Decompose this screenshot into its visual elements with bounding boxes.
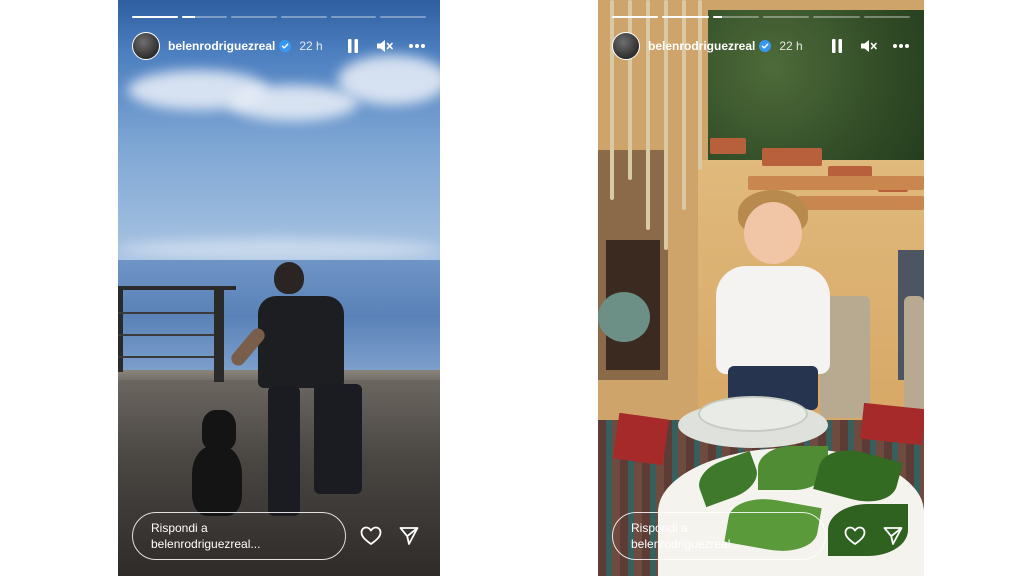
- reply-bar: Rispondi a belenrodriguezreal...: [612, 512, 910, 560]
- reply-actions: [844, 525, 910, 547]
- reply-placeholder-line2: belenrodriguezreal...: [631, 537, 741, 551]
- dog: [202, 410, 236, 450]
- hanging-fringe: [698, 0, 702, 170]
- reply-bar: Rispondi a belenrodriguezreal...: [132, 512, 426, 560]
- story-media-lunch-table: [598, 0, 924, 576]
- username[interactable]: belenrodriguezreal: [648, 39, 755, 53]
- avatar[interactable]: [612, 32, 640, 60]
- railing-wire: [118, 356, 214, 358]
- plant-pot: [762, 148, 822, 166]
- story-viewer-right[interactable]: belenrodriguezreal 22 h Rispondi a belen…: [598, 0, 924, 576]
- dog-body: [192, 446, 242, 516]
- stair-step: [748, 176, 924, 190]
- share-icon[interactable]: [882, 525, 904, 547]
- progress-segment: [762, 16, 810, 18]
- more-icon[interactable]: [408, 37, 426, 55]
- railing-post: [118, 290, 123, 372]
- story-header: belenrodriguezreal 22 h: [132, 30, 426, 62]
- cloud: [118, 238, 440, 260]
- heart-icon[interactable]: [360, 525, 382, 547]
- progress-segment: [662, 16, 709, 18]
- reply-placeholder-line2: belenrodriguezreal...: [151, 537, 261, 551]
- person-leg: [268, 386, 300, 516]
- progress-segment: [813, 16, 860, 18]
- napkin: [613, 412, 669, 466]
- woven-chair: [904, 296, 924, 418]
- story-controls: [828, 37, 910, 55]
- story-media-sea-terrace: [118, 0, 440, 576]
- reply-input[interactable]: Rispondi a belenrodriguezreal...: [132, 512, 346, 560]
- progress-segment: [281, 16, 327, 18]
- progress-segment: [231, 16, 278, 18]
- post-time: 22 h: [299, 39, 323, 53]
- mute-icon[interactable]: [376, 37, 394, 55]
- avatar[interactable]: [132, 32, 160, 60]
- progress-segment: [181, 16, 228, 18]
- railing-wire: [118, 312, 214, 314]
- cloud: [338, 55, 440, 105]
- story-viewer-left[interactable]: belenrodriguezreal 22 h Rispondi a belen…: [118, 0, 440, 576]
- story-controls: [344, 37, 426, 55]
- pause-icon[interactable]: [344, 37, 362, 55]
- verified-badge-icon: [279, 40, 292, 52]
- person-head: [274, 262, 304, 294]
- plate-top: [698, 396, 808, 432]
- railing-post: [214, 290, 224, 382]
- more-icon[interactable]: [892, 37, 910, 55]
- reply-input[interactable]: Rispondi a belenrodriguezreal...: [612, 512, 826, 560]
- glass: [598, 292, 650, 342]
- stair-step: [798, 196, 924, 210]
- reply-placeholder-line1: Rispondi a: [631, 521, 688, 535]
- username[interactable]: belenrodriguezreal: [168, 39, 275, 53]
- progress-segment: [132, 16, 178, 18]
- progress-segment: [863, 16, 910, 18]
- progress-segment: [712, 16, 759, 18]
- share-icon[interactable]: [398, 525, 420, 547]
- post-time: 22 h: [779, 39, 803, 53]
- person-torso: [258, 296, 344, 388]
- mute-icon[interactable]: [860, 37, 878, 55]
- napkin: [860, 402, 924, 446]
- pause-icon[interactable]: [828, 37, 846, 55]
- story-progress-bar: [132, 16, 427, 18]
- hanging-fringe: [628, 0, 632, 180]
- reply-actions: [360, 525, 426, 547]
- plant-pot: [710, 138, 746, 154]
- child-shirt: [716, 266, 830, 374]
- child-face: [744, 202, 802, 264]
- story-header: belenrodriguezreal 22 h: [612, 30, 910, 62]
- railing-wire: [118, 334, 214, 336]
- story-progress-bar: [612, 16, 910, 18]
- heart-icon[interactable]: [844, 525, 866, 547]
- progress-segment: [612, 16, 659, 18]
- reply-placeholder-line1: Rispondi a: [151, 521, 208, 535]
- person-leg: [314, 384, 362, 494]
- progress-segment: [380, 16, 427, 18]
- progress-segment: [330, 16, 377, 18]
- cloud: [228, 85, 358, 121]
- verified-badge-icon: [759, 40, 772, 52]
